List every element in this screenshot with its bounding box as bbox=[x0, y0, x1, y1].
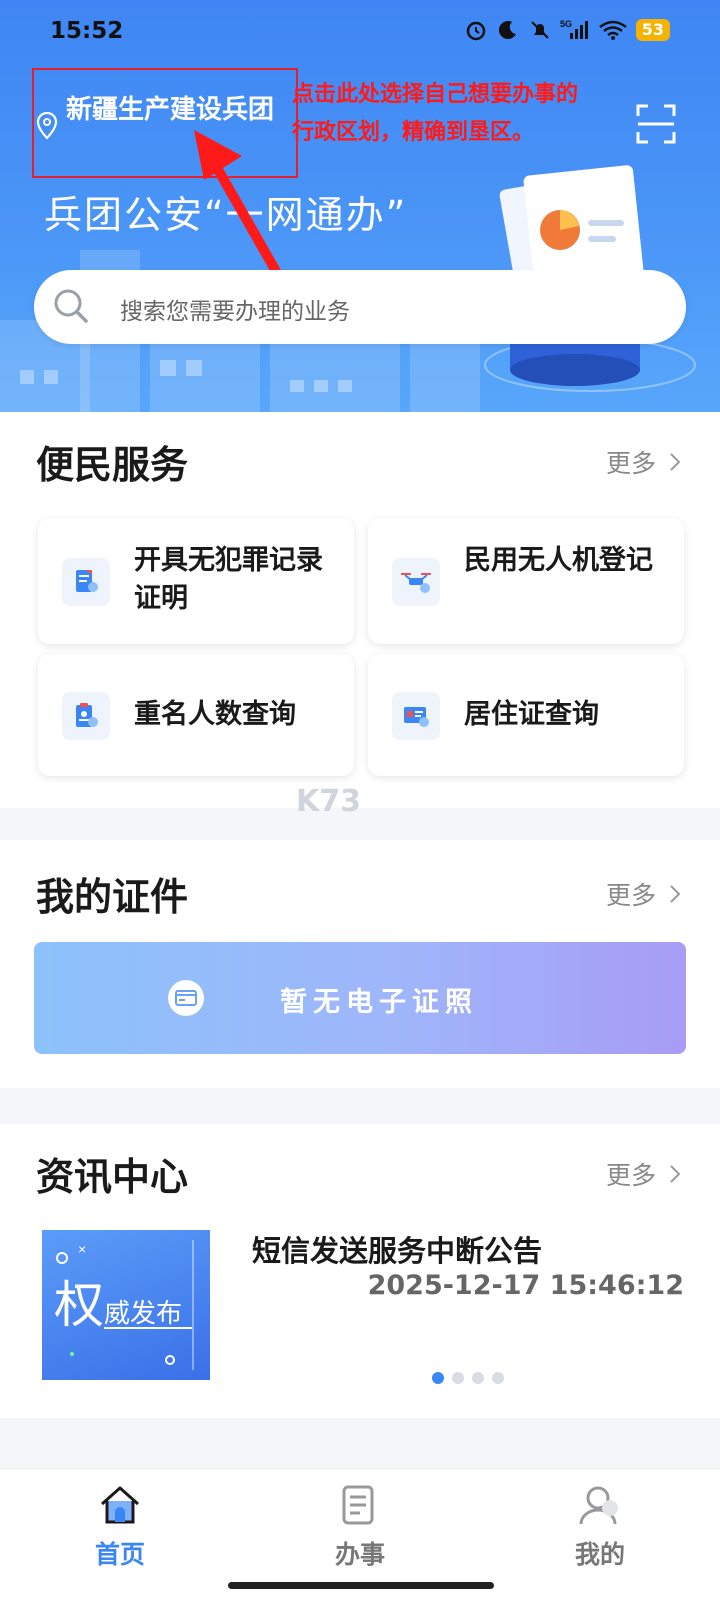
chevron-right-icon bbox=[670, 448, 681, 477]
svg-text:5G: 5G bbox=[560, 19, 572, 29]
alarm-icon bbox=[464, 18, 488, 42]
service-card-drone-registration[interactable]: 民用无人机登记 bbox=[368, 518, 684, 644]
services-more-link[interactable]: 更多 bbox=[605, 444, 681, 480]
search-placeholder: 搜索您需要办理的业务 bbox=[120, 299, 350, 325]
moon-icon bbox=[496, 18, 520, 42]
service-card-no-criminal-record[interactable]: 开具无犯罪记录证明 bbox=[38, 518, 354, 644]
carousel-dot-active[interactable] bbox=[432, 1372, 444, 1384]
location-pin-icon bbox=[36, 111, 58, 144]
watermark: K73 bbox=[296, 784, 361, 819]
certificates-title: 我的证件 bbox=[36, 875, 189, 919]
region-name: 新疆生产建设兵团 bbox=[66, 95, 275, 125]
mute-bell-icon bbox=[528, 18, 552, 42]
user-icon bbox=[540, 1479, 660, 1531]
news-item-title[interactable]: 短信发送服务中断公告 bbox=[252, 1228, 542, 1270]
svg-text:×: × bbox=[78, 1241, 86, 1257]
search-bar[interactable]: 搜索您需要办理的业务 bbox=[34, 270, 686, 344]
search-icon bbox=[52, 287, 90, 329]
header-banner: 15:52 5G 53 新疆生产建设兵团 点击此处选择自己想要办事的行政区划，精… bbox=[0, 0, 720, 412]
wifi-icon bbox=[598, 18, 628, 42]
tab-mine[interactable]: 我的 bbox=[540, 1479, 660, 1571]
more-label: 更多 bbox=[605, 881, 656, 910]
news-thumbnail[interactable]: × 权 威发布 bbox=[42, 1230, 210, 1380]
certificate-doc-icon bbox=[62, 558, 110, 606]
chevron-right-icon bbox=[670, 880, 681, 909]
news-more-link[interactable]: 更多 bbox=[605, 1156, 681, 1192]
scan-icon[interactable] bbox=[636, 104, 676, 148]
carousel-dot[interactable] bbox=[472, 1372, 484, 1384]
status-bar: 15:52 5G 53 bbox=[0, 0, 720, 64]
tab-label: 办事 bbox=[334, 1540, 385, 1569]
signal-icon: 5G bbox=[560, 18, 590, 42]
home-indicator[interactable] bbox=[228, 1582, 494, 1589]
carousel-dots bbox=[432, 1372, 504, 1384]
services-title: 便民服务 bbox=[36, 443, 189, 487]
service-label: 民用无人机登记 bbox=[464, 545, 653, 576]
more-label: 更多 bbox=[605, 1161, 656, 1190]
tab-home[interactable]: 首页 bbox=[60, 1479, 180, 1571]
chevron-right-icon bbox=[670, 1160, 681, 1189]
home-icon bbox=[60, 1479, 180, 1531]
news-title: 资讯中心 bbox=[36, 1155, 189, 1199]
svg-text:威发布: 威发布 bbox=[104, 1299, 182, 1329]
svg-text:权: 权 bbox=[54, 1276, 104, 1334]
tab-label: 首页 bbox=[94, 1540, 145, 1569]
authority-release-image: × 权 威发布 bbox=[54, 1240, 194, 1370]
carousel-dot[interactable] bbox=[452, 1372, 464, 1384]
empty-certificate-text: 暂无电子证照 bbox=[280, 987, 478, 1018]
more-label: 更多 bbox=[605, 449, 656, 478]
annotation-text: 点击此处选择自己想要办事的行政区划，精确到垦区。 bbox=[292, 82, 579, 145]
tab-tasks[interactable]: 办事 bbox=[300, 1479, 420, 1571]
status-time: 15:52 bbox=[50, 18, 124, 44]
id-card-icon bbox=[392, 692, 440, 740]
card-icon bbox=[168, 980, 204, 1016]
drone-icon bbox=[392, 558, 440, 606]
battery-indicator: 53 bbox=[635, 19, 670, 41]
service-card-residence-permit-query[interactable]: 居住证查询 bbox=[368, 654, 684, 776]
service-label: 重名人数查询 bbox=[134, 699, 296, 730]
clipboard-person-icon bbox=[62, 692, 110, 740]
service-label: 开具无犯罪记录证明 bbox=[134, 545, 323, 614]
tab-label: 我的 bbox=[574, 1540, 625, 1569]
service-card-name-count-query[interactable]: 重名人数查询 bbox=[38, 654, 354, 776]
document-icon bbox=[300, 1479, 420, 1531]
carousel-dot[interactable] bbox=[492, 1372, 504, 1384]
service-label: 居住证查询 bbox=[464, 699, 599, 730]
empty-certificate-banner[interactable]: 暂无电子证照 bbox=[34, 942, 686, 1054]
certificates-more-link[interactable]: 更多 bbox=[605, 876, 681, 912]
services-section: 便民服务 更多 开具无犯罪记录证明 民用无人机登记 重名人数查询 居住证查询 bbox=[0, 412, 720, 808]
news-item-date: 2025-12-17 15:46:12 bbox=[367, 1270, 684, 1301]
